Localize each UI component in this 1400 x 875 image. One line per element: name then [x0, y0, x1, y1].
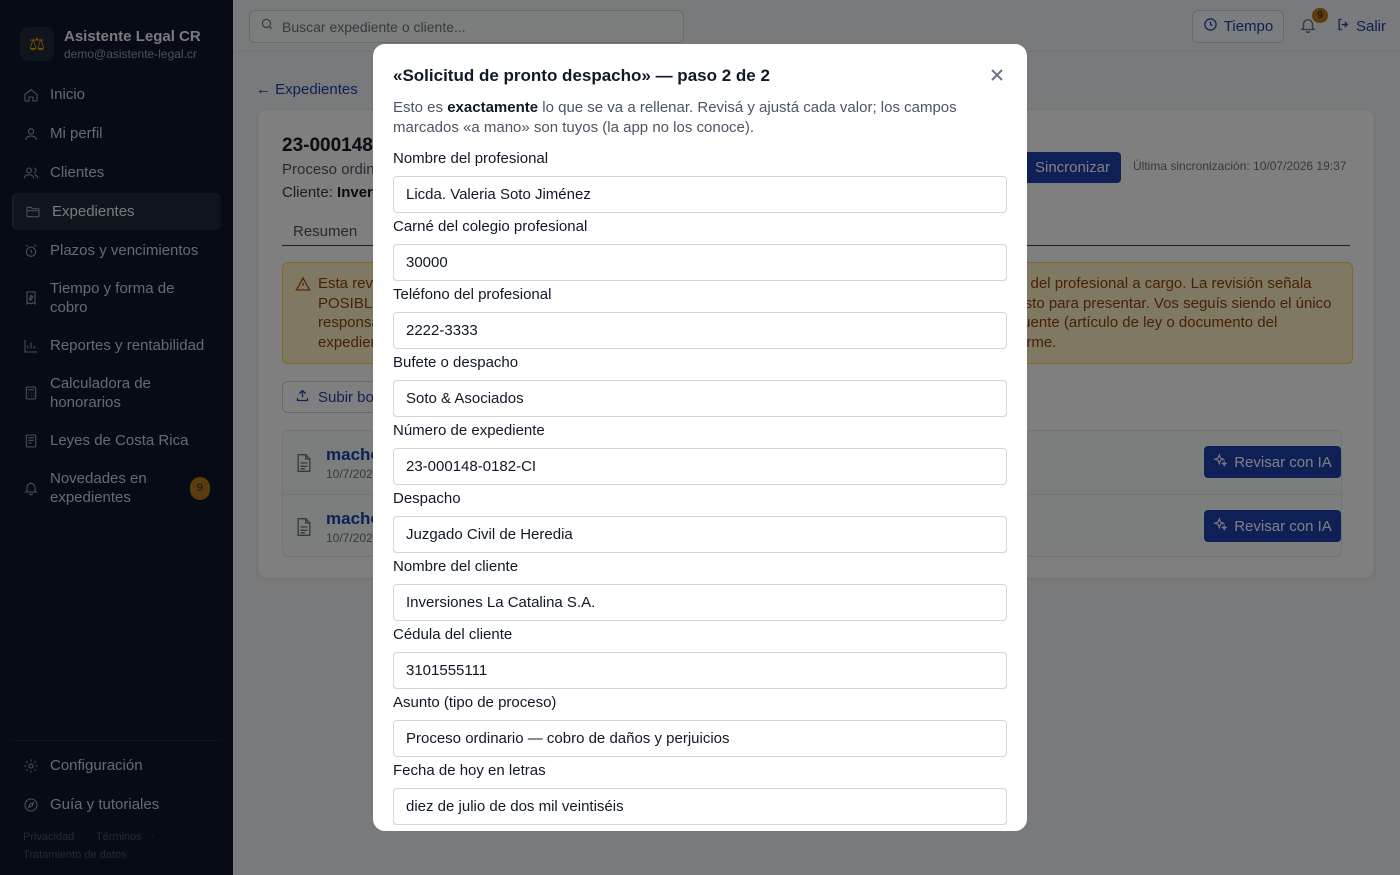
bufete-input[interactable] — [393, 380, 1007, 417]
field-carne: Carné del colegio profesional — [393, 218, 1007, 281]
field-bufete: Bufete o despacho — [393, 354, 1007, 417]
nombre-cliente-input[interactable] — [393, 584, 1007, 621]
field-numero-expediente: Número de expediente — [393, 422, 1007, 485]
field-label: Cédula del cliente — [393, 626, 513, 643]
field-label: Fecha de hoy en letras — [393, 762, 546, 779]
intro-text: Esto es — [393, 99, 448, 116]
field-label: Nombre del cliente — [393, 558, 519, 575]
field-nombre-profesional: Nombre del profesional — [393, 150, 1007, 213]
field-fecha-letras: Fecha de hoy en letras — [393, 762, 1007, 825]
field-label: Teléfono del profesional — [393, 286, 552, 303]
field-label: Bufete o despacho — [393, 354, 519, 371]
intro-emphasis: exactamente — [447, 99, 539, 116]
field-label: Asunto (tipo de proceso) — [393, 694, 557, 711]
field-despacho: Despacho — [393, 490, 1007, 553]
carne-input[interactable] — [393, 244, 1007, 281]
cedula-cliente-input[interactable] — [393, 652, 1007, 689]
field-label: Carné del colegio profesional — [393, 218, 588, 235]
pronto-despacho-modal: «Solicitud de pronto despacho» — paso 2 … — [373, 44, 1027, 831]
numero-expediente-input[interactable] — [393, 448, 1007, 485]
despacho-input[interactable] — [393, 516, 1007, 553]
fecha-letras-input[interactable] — [393, 788, 1007, 825]
field-label: Nombre del profesional — [393, 150, 549, 167]
asunto-input[interactable] — [393, 720, 1007, 757]
field-cedula-cliente: Cédula del cliente — [393, 626, 1007, 689]
field-label: Despacho — [393, 490, 461, 507]
field-label: Número de expediente — [393, 422, 545, 439]
modal-intro: Esto es exactamente lo que se va a relle… — [393, 98, 1013, 137]
modal-title: «Solicitud de pronto despacho» — paso 2 … — [393, 66, 770, 85]
telefono-input[interactable] — [393, 312, 1007, 349]
nombre-profesional-input[interactable] — [393, 176, 1007, 213]
field-nombre-cliente: Nombre del cliente — [393, 558, 1007, 621]
field-asunto: Asunto (tipo de proceso) — [393, 694, 1007, 757]
close-icon[interactable] — [989, 67, 1005, 83]
field-telefono: Teléfono del profesional — [393, 286, 1007, 349]
